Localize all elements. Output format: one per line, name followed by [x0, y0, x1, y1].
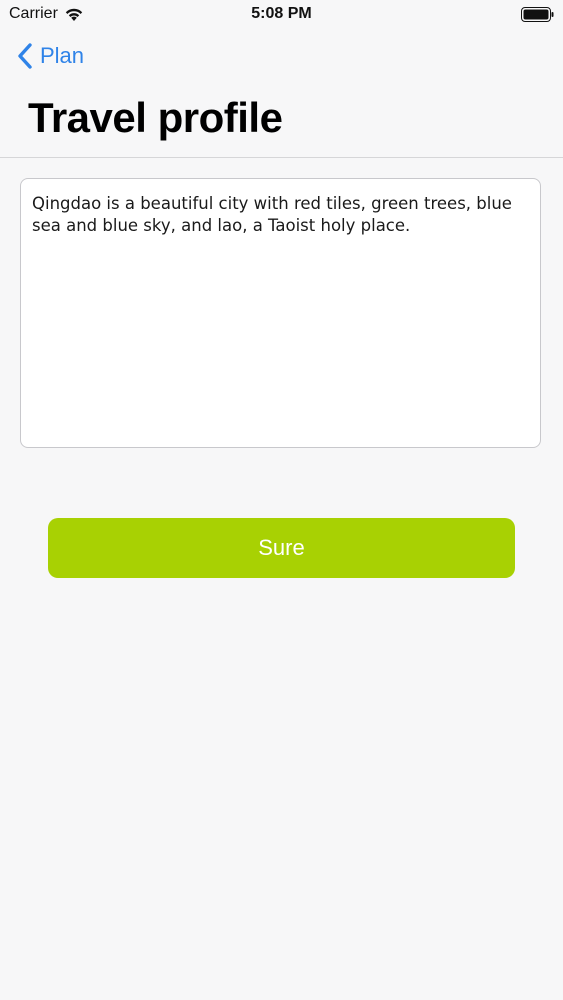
chevron-left-icon: [18, 43, 32, 69]
back-label: Plan: [40, 43, 85, 68]
nav-divider: [0, 157, 563, 158]
page-title: Travel profile: [28, 94, 283, 141]
screen: Carrier 5:08 PM Plan Travel profile Qing…: [0, 0, 563, 1000]
sure-button[interactable]: Sure: [48, 518, 515, 578]
back-button[interactable]: Plan: [16, 42, 84, 70]
status-bar: Carrier 5:08 PM: [0, 0, 563, 30]
status-time: 5:08 PM: [251, 5, 312, 22]
battery-icon: [521, 7, 554, 22]
profile-text-input[interactable]: Qingdao is a beautiful city with red til…: [21, 179, 540, 447]
profile-text-container: Qingdao is a beautiful city with red til…: [20, 178, 541, 448]
